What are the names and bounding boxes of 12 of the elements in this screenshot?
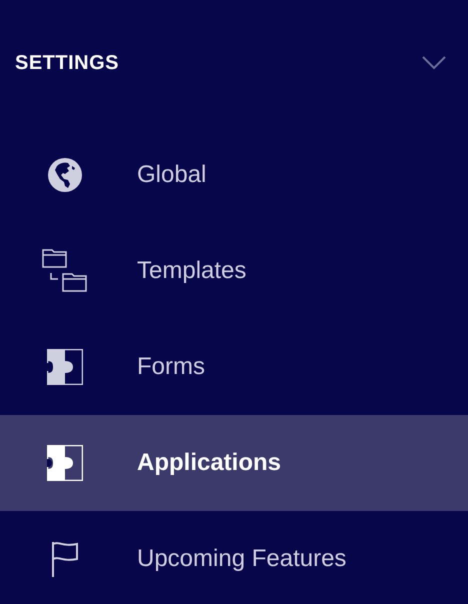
menu-item[interactable]: Global [0,127,468,223]
globe-icon [48,158,82,192]
menu-item[interactable]: Applications [0,415,468,511]
section-title: SETTINGS [15,50,120,76]
menu-item[interactable]: Forms [0,319,468,415]
puzzle-icon [46,445,82,481]
menu-item[interactable]: Upcoming Features [0,511,468,604]
folders-icon [42,248,88,294]
puzzle-icon [46,349,82,385]
flag-icon [50,541,78,577]
chevron-icon[interactable] [422,56,446,70]
menu-item[interactable]: Templates [0,223,468,319]
